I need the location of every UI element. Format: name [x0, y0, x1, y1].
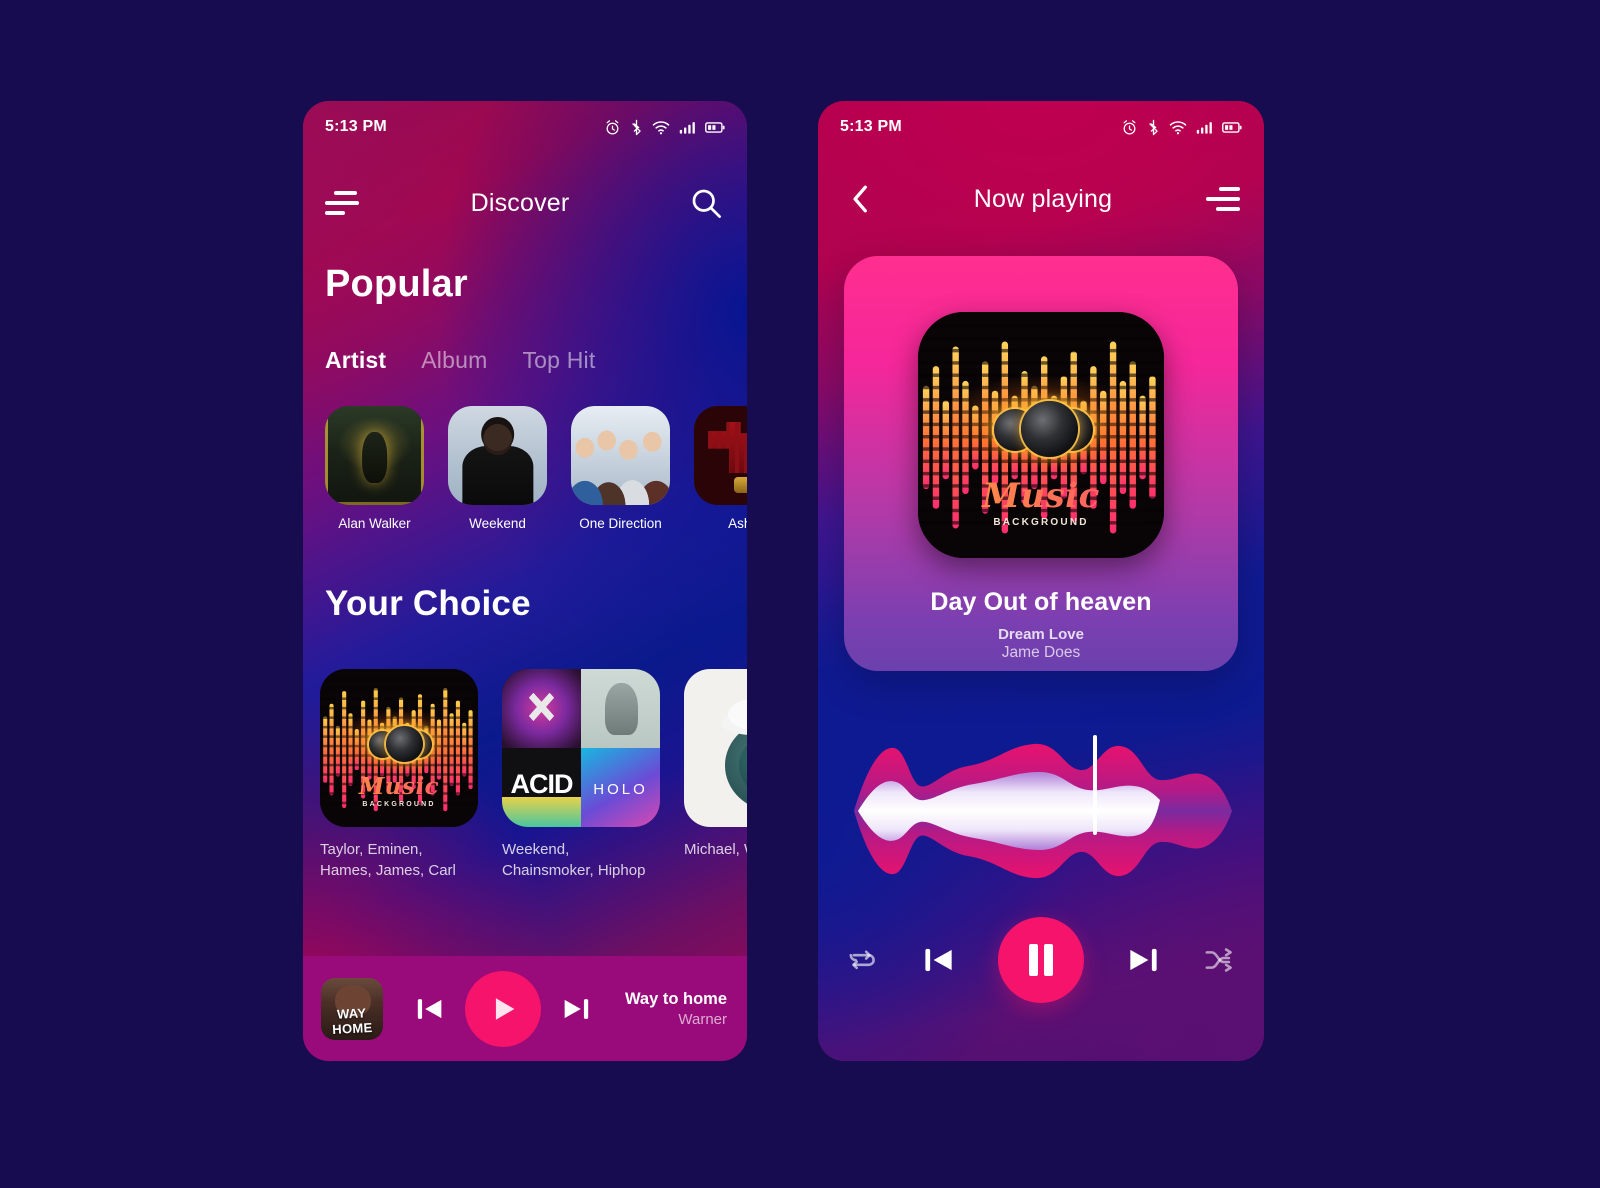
mini-player-controls [413, 970, 593, 1047]
battery-icon [705, 121, 725, 133]
artist-card[interactable]: Weekend [448, 406, 547, 531]
mini-player-thumbnail[interactable]: WAY HOME [321, 977, 383, 1040]
next-icon[interactable] [559, 992, 593, 1026]
playhead-marker[interactable] [1093, 735, 1097, 835]
choice-thumbnail [684, 669, 747, 827]
status-icons [604, 119, 725, 136]
artist-card[interactable]: Alan Walker [325, 406, 424, 531]
wifi-icon [652, 120, 670, 134]
tab-top-hit[interactable]: Top Hit [522, 347, 595, 374]
next-icon[interactable] [1124, 941, 1162, 979]
choice-name: Michael, W Loverband [684, 841, 747, 858]
status-time: 5:13 PM [325, 118, 387, 135]
artist-card[interactable]: Ashe [694, 406, 747, 531]
status-bar: 5:13 PM [303, 101, 747, 153]
discover-appbar: Discover [303, 171, 747, 235]
artist-name: Alan Walker [338, 516, 411, 531]
artist-carousel[interactable]: Alan Walker Weekend One Direction Ashe [325, 406, 747, 531]
discover-phone: 5:13 PM Discover Popular Artist Album To… [303, 101, 747, 1061]
song-info: Day Out of heaven Dream Love Jame Does [844, 588, 1238, 662]
player-appbar: Now playing [818, 167, 1264, 231]
mini-player: WAY HOME Way to home Warner [303, 956, 747, 1061]
shuffle-icon[interactable] [1202, 943, 1236, 977]
back-chevron-icon[interactable] [842, 180, 880, 218]
bluetooth-icon [632, 119, 641, 135]
page-title: Now playing [973, 184, 1113, 213]
search-icon[interactable] [687, 184, 725, 222]
section-title-popular: Popular [325, 263, 468, 305]
alarm-icon [1123, 119, 1136, 135]
choice-card[interactable]: Michael, W Loverband [684, 669, 747, 881]
now-playing-screen: 5:13 PM Now playing Music BACKGROUND Day… [818, 101, 1264, 1061]
discover-background [303, 101, 747, 1061]
song-title: Day Out of heaven [930, 588, 1152, 616]
alarm-icon [606, 119, 619, 135]
tab-artist[interactable]: Artist [325, 347, 386, 374]
song-artist: Jame Does [1001, 644, 1081, 661]
status-time: 5:13 PM [840, 118, 902, 135]
screenshot-canvas: 5:13 PM Discover Popular Artist Album To… [0, 0, 1600, 1188]
choice-thumbnail: Music BACKGROUND [320, 669, 478, 827]
artist-name: Weekend [469, 516, 526, 531]
now-playing-phone: 5:13 PM Now playing Music BACKGROUND Day… [818, 101, 1264, 1061]
hamburger-icon[interactable] [1206, 187, 1240, 211]
bluetooth-icon [1149, 119, 1158, 135]
mini-player-title: Way to home [624, 989, 727, 1008]
artist-card[interactable]: One Direction [571, 406, 670, 531]
artist-name: Ashe [728, 516, 747, 531]
mini-player-meta: Way to home Warner [625, 990, 729, 1028]
popular-tabs: Artist Album Top Hit [325, 347, 595, 374]
album-art-title: Music [320, 773, 478, 800]
discover-screen: 5:13 PM Discover Popular Artist Album To… [303, 101, 747, 1061]
album-art-card: Music BACKGROUND Day Out of heaven Dream… [844, 256, 1238, 671]
signal-icon [679, 121, 695, 134]
battery-icon [1222, 121, 1242, 133]
choice-thumbnail [502, 669, 660, 827]
choice-name: Weekend, Chainsmoker, Hiphop [502, 841, 646, 879]
song-album: Dream Love [998, 626, 1084, 643]
mini-thumb-label: WAY HOME [331, 1005, 373, 1038]
choice-name: Taylor, Eminen, Hames, James, Carl [320, 841, 456, 879]
repeat-icon[interactable] [846, 943, 880, 977]
play-icon[interactable] [465, 970, 541, 1047]
choice-card[interactable]: Music BACKGROUND Taylor, Eminen, Hames, … [320, 669, 478, 881]
album-artwork[interactable]: Music BACKGROUND [918, 312, 1164, 558]
previous-icon[interactable] [920, 941, 958, 979]
status-bar: 5:13 PM [818, 101, 1264, 153]
album-art-title: Music [918, 476, 1164, 516]
artist-thumbnail [694, 406, 747, 505]
artist-thumbnail [448, 406, 547, 505]
status-icons [1121, 119, 1242, 136]
album-art-subtitle: BACKGROUND [362, 801, 436, 809]
artist-name: One Direction [579, 516, 662, 531]
album-art-subtitle: BACKGROUND [993, 517, 1089, 529]
your-choice-carousel[interactable]: Music BACKGROUND Taylor, Eminen, Hames, … [320, 669, 747, 881]
signal-icon [1196, 121, 1212, 134]
artist-thumbnail [325, 406, 424, 505]
wifi-icon [1169, 120, 1187, 134]
mini-player-artist: Warner [678, 1010, 727, 1028]
pause-icon[interactable] [998, 917, 1084, 1003]
waveform-seekbar[interactable] [848, 726, 1234, 896]
artist-thumbnail [571, 406, 670, 505]
tab-album[interactable]: Album [421, 347, 487, 374]
previous-icon[interactable] [413, 992, 447, 1026]
choice-card[interactable]: Weekend, Chainsmoker, Hiphop [502, 669, 660, 881]
page-title: Discover [470, 188, 570, 217]
section-title-your-choice: Your Choice [325, 584, 531, 623]
player-controls [818, 917, 1264, 1003]
